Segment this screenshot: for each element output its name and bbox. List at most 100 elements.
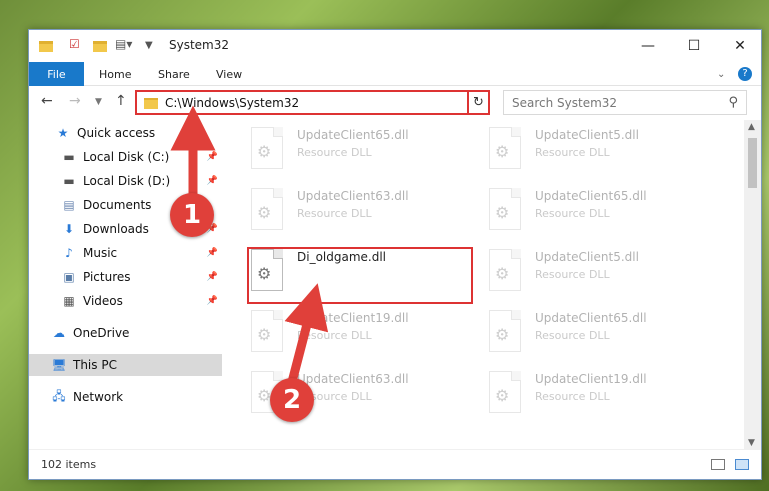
download-icon: ⬇ (63, 222, 75, 236)
pin-icon[interactable]: 📌 (207, 296, 218, 306)
folder-icon (39, 37, 53, 55)
new-folder-icon[interactable] (93, 37, 107, 55)
list-item[interactable]: ⚙ UpdateClient65.dll Resource DLL (467, 185, 697, 237)
details-view-icon[interactable] (711, 459, 725, 470)
sidebar-item-local-disk-d[interactable]: ▬ Local Disk (D:) 📌 (29, 170, 222, 192)
search-placeholder: Search System32 (512, 96, 618, 110)
sidebar-item-pictures[interactable]: ▣ Pictures 📌 (29, 266, 222, 288)
scroll-thumb[interactable] (748, 138, 757, 188)
gear-icon: ⚙ (495, 386, 510, 405)
gear-icon: ⚙ (495, 203, 510, 222)
tab-view[interactable]: View (216, 62, 242, 86)
sidebar-item-this-pc[interactable]: 🖥 This PC (29, 354, 222, 376)
gear-icon: ⚙ (257, 203, 272, 222)
sidebar-item-label: Documents (83, 198, 152, 212)
tab-home[interactable]: Home (99, 62, 131, 86)
sidebar-item-music[interactable]: ♪ Music 📌 (29, 242, 222, 264)
sidebar-item-label: Network (73, 390, 124, 404)
maximize-button[interactable]: ☐ (671, 30, 717, 61)
sidebar-item-label: Local Disk (D:) (83, 174, 171, 188)
list-item[interactable]: ⚙ UpdateClient63.dll Resource DLL (229, 185, 459, 237)
scroll-up-icon[interactable]: ▲ (748, 122, 755, 132)
music-icon: ♪ (65, 246, 73, 260)
chevron-down-icon[interactable]: ▼ (145, 40, 153, 58)
list-item[interactable]: ⚙ UpdateClient65.dll Resource DLL (467, 307, 697, 359)
cloud-icon: ☁ (53, 326, 65, 340)
file-name: UpdateClient65.dll (535, 311, 647, 325)
address-bar[interactable]: C:\Windows\System32 ⌄ (135, 90, 487, 115)
sidebar-item-videos[interactable]: ▦ Videos 📌 (29, 290, 222, 312)
navigation-bar: ← → ▼ ↑ C:\Windows\System32 ⌄ ↻ Search S… (29, 87, 761, 119)
sidebar-item-onedrive[interactable]: ☁ OneDrive (29, 322, 222, 344)
list-item[interactable]: ⚙ UpdateClient5.dll Resource DLL (467, 124, 697, 176)
forward-arrow-icon[interactable]: → (69, 93, 81, 109)
pin-icon[interactable]: 📌 (207, 176, 218, 186)
search-input[interactable]: Search System32 ⚲ (503, 90, 747, 115)
file-name: UpdateClient65.dll (297, 128, 409, 142)
file-name: UpdateClient19.dll (535, 372, 647, 386)
file-type: Resource DLL (535, 268, 610, 281)
help-icon[interactable]: ? (738, 62, 752, 86)
customize-toolbar-icon[interactable]: ▤▾ (115, 37, 132, 55)
item-count: 102 items (41, 458, 97, 471)
gear-icon: ⚙ (495, 325, 510, 344)
file-type: Resource DLL (297, 146, 372, 159)
ribbon-tabs: File Home Share View ⌄ ? (29, 62, 761, 86)
list-item[interactable]: ⚙ UpdateClient19.dll Resource DLL (229, 307, 459, 359)
file-name: UpdateClient65.dll (535, 189, 647, 203)
file-name: UpdateClient5.dll (535, 128, 639, 142)
sidebar-item-label: Videos (83, 294, 123, 308)
file-type: Resource DLL (535, 390, 610, 403)
pictures-icon: ▣ (63, 270, 75, 284)
file-type: Resource DLL (297, 207, 372, 220)
sidebar-item-label: OneDrive (73, 326, 130, 340)
gear-icon: ⚙ (495, 264, 510, 283)
sidebar-item-label: Music (83, 246, 118, 260)
pin-icon[interactable]: 📌 (207, 248, 218, 258)
scroll-down-icon[interactable]: ▼ (748, 438, 755, 448)
refresh-button[interactable]: ↻ (467, 90, 490, 115)
sidebar-item-quick-access[interactable]: ★ Quick access (29, 122, 222, 144)
recent-locations-icon[interactable]: ▼ (95, 97, 102, 107)
pin-icon[interactable]: 📌 (207, 152, 218, 162)
file-name: UpdateClient5.dll (535, 250, 639, 264)
folder-icon (144, 98, 158, 109)
list-item[interactable]: ⚙ UpdateClient65.dll Resource DLL (229, 124, 459, 176)
navigation-pane: ★ Quick access ▬ Local Disk (C:) 📌 ▬ Loc… (29, 120, 222, 450)
list-item[interactable]: ⚙ UpdateClient63.dll Resource DLL (229, 368, 459, 420)
expand-ribbon-icon[interactable]: ⌄ (717, 62, 725, 86)
properties-icon[interactable]: ☑ (69, 37, 80, 55)
vertical-scrollbar[interactable]: ▲ ▼ (744, 120, 761, 450)
gear-icon: ⚙ (257, 325, 272, 344)
sidebar-item-label: Pictures (83, 270, 131, 284)
large-icons-view-icon[interactable] (735, 459, 749, 470)
file-name: UpdateClient63.dll (297, 189, 409, 203)
sidebar-item-network[interactable]: 🖧 Network (29, 386, 222, 408)
window-title: System32 (169, 38, 230, 52)
step-marker-1: 1 (170, 193, 214, 237)
search-icon: ⚲ (728, 95, 738, 110)
up-arrow-icon[interactable]: ↑ (115, 93, 127, 109)
tab-share[interactable]: Share (158, 62, 190, 86)
back-arrow-icon[interactable]: ← (41, 93, 53, 109)
sidebar-item-local-disk-c[interactable]: ▬ Local Disk (C:) 📌 (29, 146, 222, 168)
file-name: UpdateClient19.dll (297, 311, 409, 325)
computer-icon: 🖥 (51, 358, 67, 372)
refresh-icon: ↻ (473, 95, 484, 110)
documents-icon: ▤ (63, 198, 75, 212)
highlight-box (247, 247, 473, 304)
minimize-button[interactable]: — (625, 30, 671, 61)
file-type: Resource DLL (535, 146, 610, 159)
list-item[interactable]: ⚙ UpdateClient19.dll Resource DLL (467, 368, 697, 420)
drive-icon: ▬ (63, 174, 75, 188)
tab-file[interactable]: File (29, 62, 84, 86)
file-type: Resource DLL (535, 207, 610, 220)
close-button[interactable]: ✕ (717, 30, 763, 61)
sidebar-item-label: Downloads (83, 222, 149, 236)
gear-icon: ⚙ (495, 142, 510, 161)
videos-icon: ▦ (63, 294, 75, 308)
list-item[interactable]: ⚙ UpdateClient5.dll Resource DLL (467, 246, 697, 298)
network-icon: 🖧 (52, 388, 66, 403)
pin-icon[interactable]: 📌 (207, 272, 218, 282)
address-path: C:\Windows\System32 (165, 96, 300, 110)
